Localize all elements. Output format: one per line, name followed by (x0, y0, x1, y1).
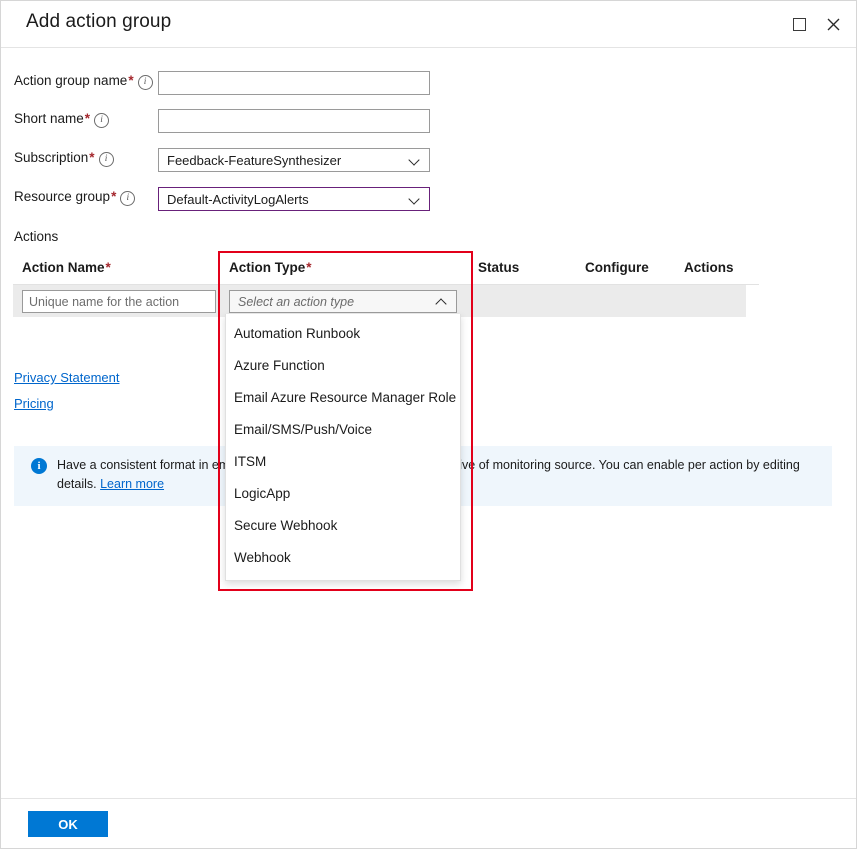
info-icon[interactable]: i (120, 191, 135, 206)
label-subscription: Subscription*i (14, 150, 114, 167)
ok-button[interactable]: OK (28, 811, 108, 837)
info-icon: i (31, 458, 47, 474)
action-type-combobox[interactable]: Select an action type (229, 290, 457, 313)
required-marker: * (84, 111, 91, 126)
required-marker: * (127, 73, 134, 88)
column-header-actions: Actions (684, 260, 734, 275)
info-icon[interactable]: i (94, 113, 109, 128)
short-name-input[interactable] (158, 109, 430, 133)
add-action-group-dialog: Add action group Action group name*i Sho… (0, 0, 857, 849)
learn-more-link[interactable]: Learn more (100, 477, 164, 491)
resource-group-value: Default-ActivityLogAlerts (167, 192, 409, 207)
actions-section-title: Actions (14, 229, 58, 244)
action-group-name-input[interactable] (158, 71, 430, 95)
required-marker: * (105, 260, 112, 275)
maximize-icon (793, 18, 806, 31)
dialog-titlebar: Add action group (1, 1, 856, 48)
info-icon[interactable]: i (138, 75, 153, 90)
resource-group-select[interactable]: Default-ActivityLogAlerts (158, 187, 430, 211)
label-resource-group: Resource group*i (14, 189, 135, 206)
info-banner-text-part2: details. (57, 477, 97, 491)
column-header-action-name: Action Name* (22, 260, 112, 275)
close-button[interactable] (816, 7, 850, 41)
action-type-option[interactable]: LogicApp (226, 478, 460, 510)
action-type-placeholder: Select an action type (238, 295, 436, 309)
action-type-option[interactable]: Email Azure Resource Manager Role (226, 382, 460, 414)
column-header-action-type: Action Type* (229, 260, 313, 275)
action-type-option[interactable]: Azure Function (226, 350, 460, 382)
chevron-down-icon (409, 193, 421, 205)
action-type-option[interactable]: Webhook (226, 542, 460, 574)
label-action-group-name: Action group name*i (14, 73, 153, 90)
maximize-button[interactable] (782, 7, 816, 41)
subscription-value: Feedback-FeatureSynthesizer (167, 153, 409, 168)
action-name-input[interactable] (22, 290, 216, 313)
column-header-configure: Configure (585, 260, 649, 275)
required-marker: * (110, 189, 117, 204)
chevron-up-icon (436, 296, 448, 308)
page-title: Add action group (26, 11, 171, 33)
action-type-option[interactable]: Secure Webhook (226, 510, 460, 542)
chevron-down-icon (409, 154, 421, 166)
action-type-option[interactable]: Automation Runbook (226, 318, 460, 350)
action-type-dropdown-list: Automation Runbook Azure Function Email … (225, 314, 461, 581)
privacy-statement-link[interactable]: Privacy Statement (14, 370, 120, 385)
column-header-status: Status (478, 260, 519, 275)
action-type-option[interactable]: Email/SMS/Push/Voice (226, 414, 460, 446)
close-icon (826, 17, 841, 32)
required-marker: * (88, 150, 95, 165)
required-marker: * (305, 260, 312, 275)
action-type-option[interactable]: ITSM (226, 446, 460, 478)
pricing-link[interactable]: Pricing (14, 396, 54, 411)
subscription-select[interactable]: Feedback-FeatureSynthesizer (158, 148, 430, 172)
info-icon[interactable]: i (99, 152, 114, 167)
dialog-footer: OK (1, 798, 856, 848)
label-short-name: Short name*i (14, 111, 109, 128)
